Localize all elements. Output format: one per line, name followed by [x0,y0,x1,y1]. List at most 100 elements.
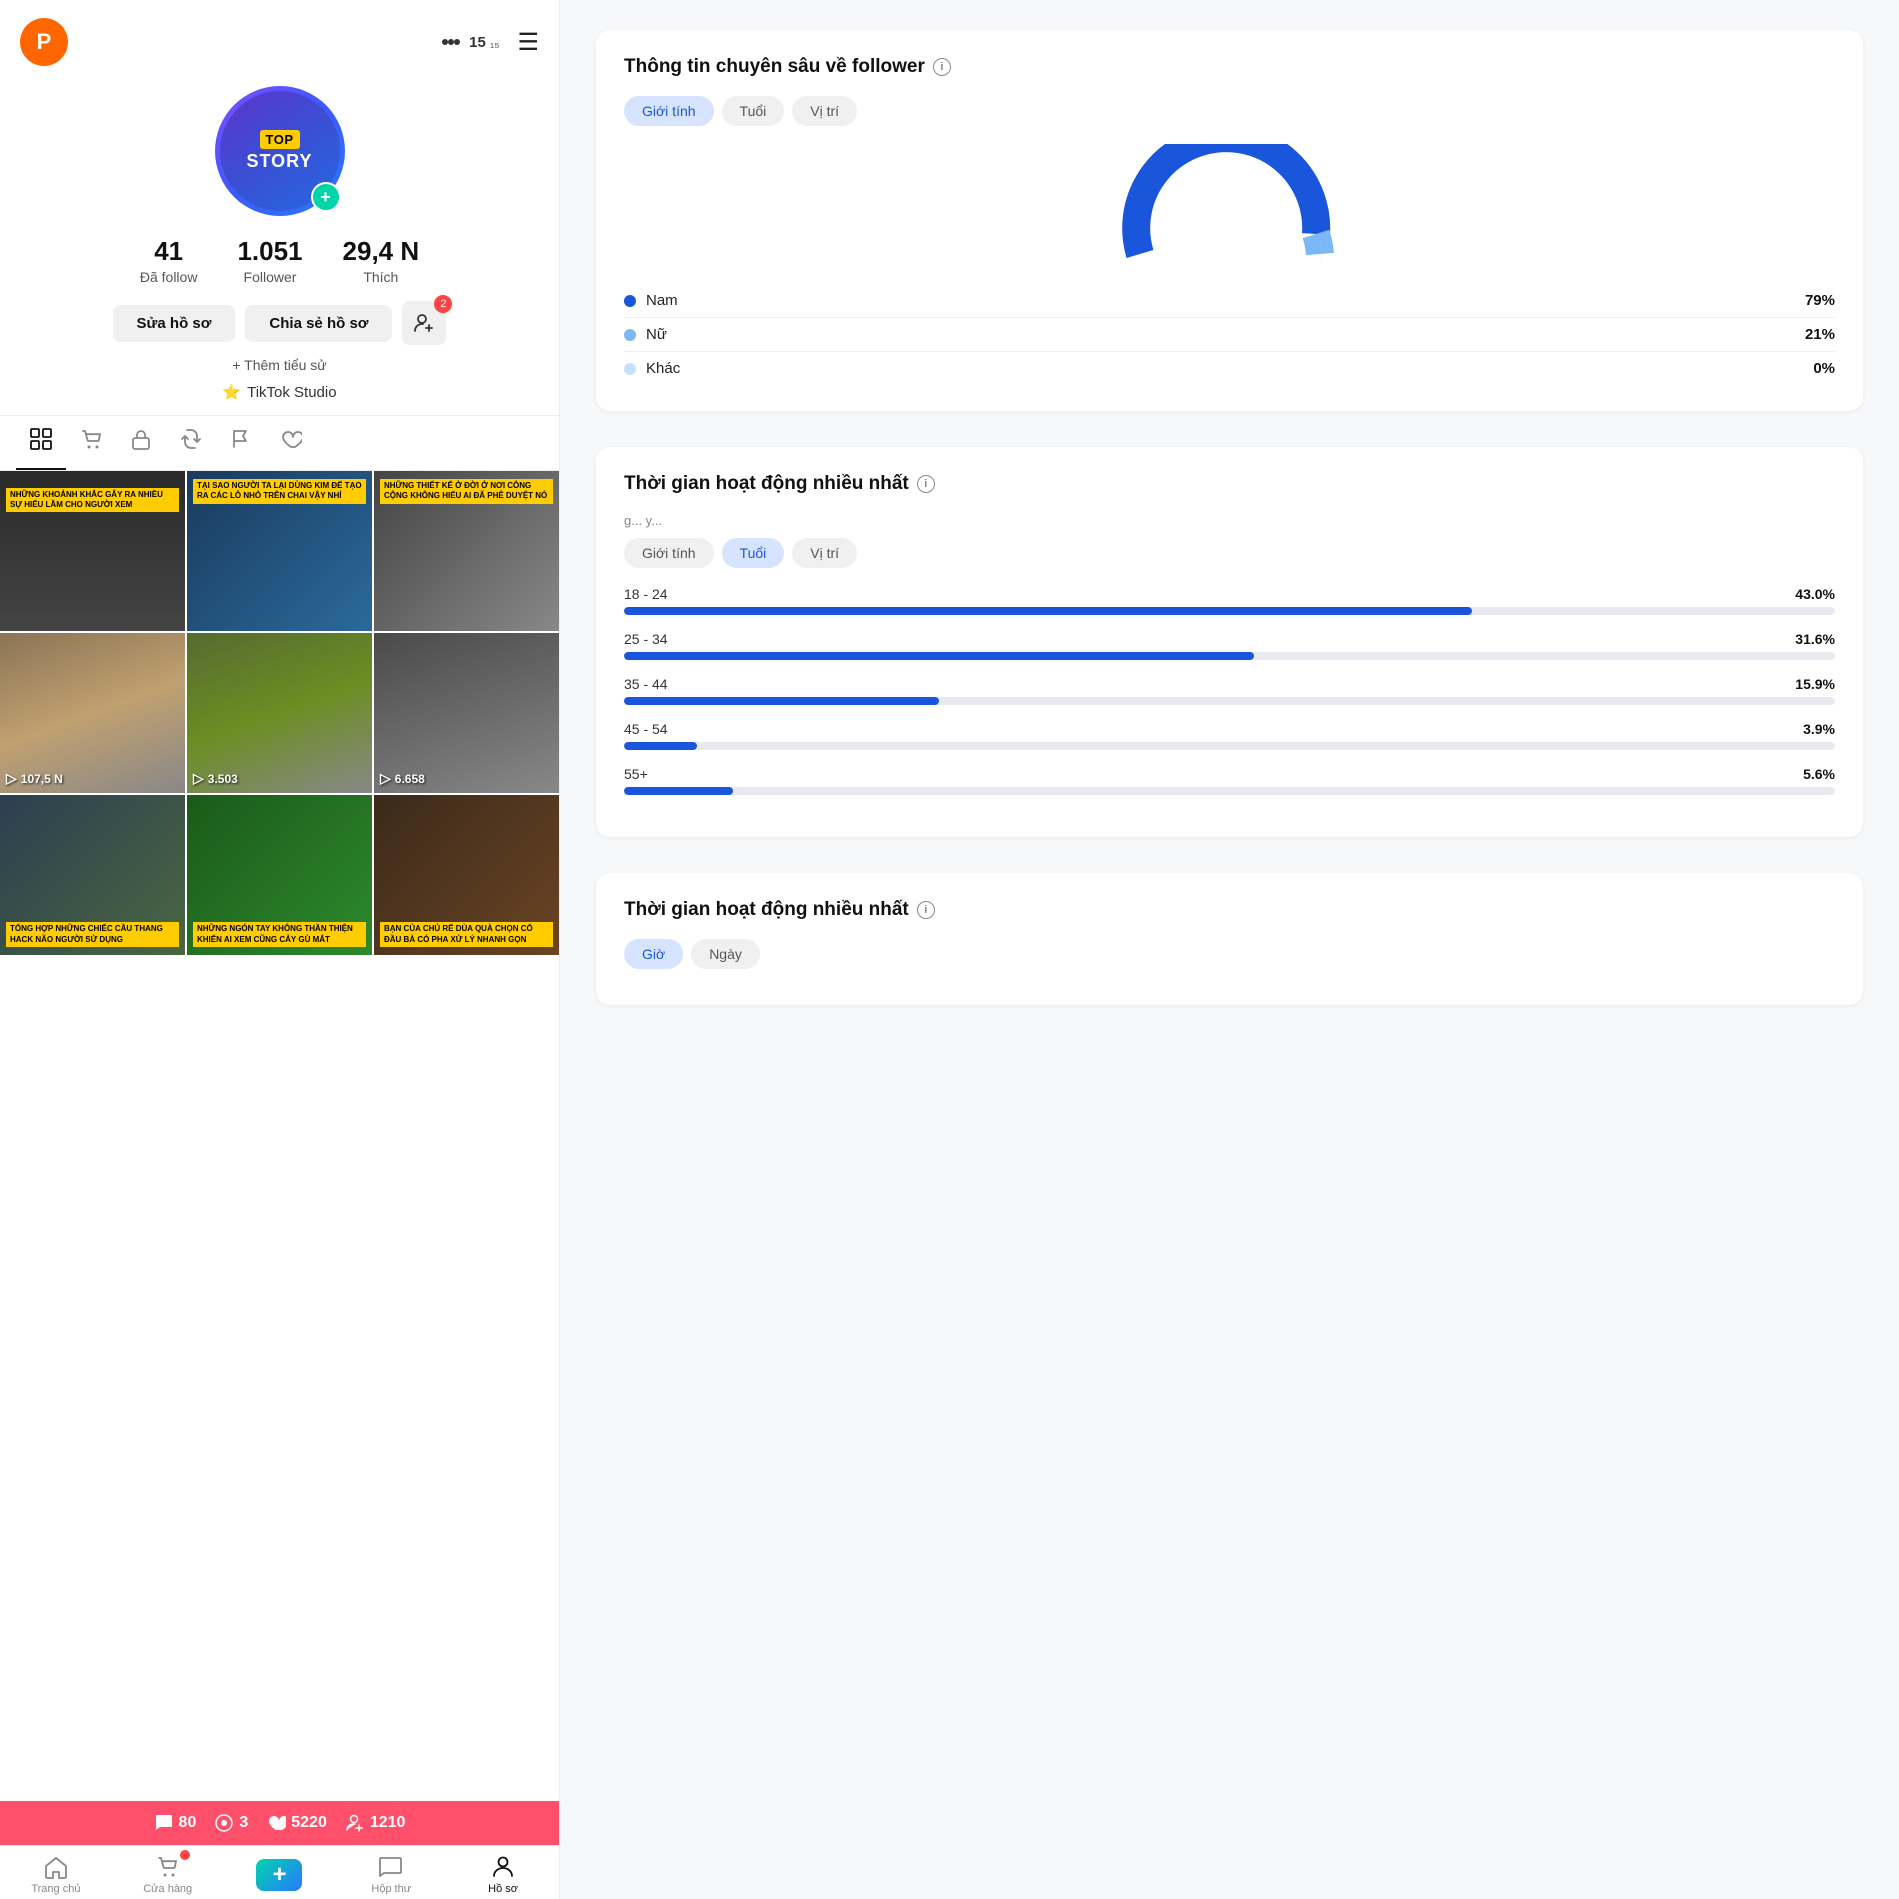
video-thumb-8[interactable]: NHỮNG NGÓN TAY KHÔNG THẦN THIỆN KHIẾN AI… [187,795,372,955]
likes-count: 29,4 N [343,236,420,267]
nav-home-label: Trang chủ [31,1883,80,1895]
likes-stat: 29,4 N Thích [343,236,420,285]
dot-khac [624,363,636,375]
notification-badge[interactable]: 15 ₁₅ [437,30,499,54]
bio-link[interactable]: + Thêm tiểu sử [0,351,559,379]
khac-label: Khác [646,360,680,377]
top-label: TOP [260,130,300,149]
tiktok-studio-icon: ⭐ [222,383,241,401]
create-icon: + [256,1859,302,1891]
add-story-button[interactable]: + [311,182,341,212]
video-thumb-9[interactable]: BẠN CỦA CHỦ RỂ DÙA QUÀ CHỌN CỔ ĐẦU BÀ CÓ… [374,795,559,955]
follower-section-title: Thông tin chuyên sâu về follower i [624,56,1835,78]
tab-repost[interactable] [166,416,216,470]
tab-age[interactable]: Tuổi [722,96,785,126]
video-grid: NHỮNG KHOẢNH KHẮC GÂY RA NHIỀU SỰ HIỂU L… [0,471,559,1801]
likes-count: 5220 [291,1814,327,1832]
video-thumb-7[interactable]: TỔNG HỢP NHỮNG CHIẾC CẦU THANG HACK NÃO … [0,795,185,955]
tiktok-studio-label: TikTok Studio [247,384,336,401]
nav-inbox[interactable]: Hộp thư [335,1854,447,1895]
video-thumb-4[interactable]: ▷ 107,5 N [0,633,185,793]
tab-flag[interactable] [216,416,266,470]
tab-shop[interactable] [66,416,116,470]
video-stats-6: ▷ 6.658 [380,770,425,787]
right-panel: Thông tin chuyên sâu về follower i Giới … [560,0,1899,1899]
nav-shop[interactable]: Cửa hàng [112,1854,224,1895]
tab-location-2[interactable]: Vị trí [792,538,857,568]
nav-shop-label: Cửa hàng [143,1883,192,1895]
video-thumb-1[interactable]: NHỮNG KHOẢNH KHẮC GÂY RA NHIỀU SỰ HIỂU L… [0,471,185,631]
bottom-nav: Trang chủ Cửa hàng + Hộp thư Hồ s [0,1845,559,1899]
following-stat: 41 Đã follow [140,236,198,285]
age-55-plus: 55+ 5.6% [624,766,1835,795]
tab-day[interactable]: Ngày [691,939,760,969]
menu-button[interactable]: ☰ [517,28,539,57]
nav-profile-label: Hồ sơ [488,1883,518,1895]
likes-stat: 5220 [266,1813,327,1833]
tab-likes[interactable] [266,416,316,470]
left-panel: P 15 ₁₅ ☰ TOP STORY ✦ + [0,0,560,1899]
tab-age-2[interactable]: Tuổi [722,538,785,568]
time-filter-tabs: Giờ Ngày [624,939,1835,969]
bottom-action-bar: 80 3 5220 1210 [0,1801,559,1845]
video-stats-5: ▷ 3.503 [193,770,238,787]
age-bars: 18 - 24 43.0% 25 - 34 31.6% 35 - 44 [624,586,1835,795]
tab-grid[interactable] [16,416,66,470]
gender-nu: Nữ 21% [624,318,1835,352]
active-time-card: Thời gian hoạt động nhiều nhất i g... y.… [596,447,1863,837]
follower-insights-card: Thông tin chuyên sâu về follower i Giới … [596,30,1863,411]
nav-home[interactable]: Trang chủ [0,1854,112,1895]
followers-count: 1.051 [237,236,302,267]
followers-stat: 1210 [345,1813,406,1833]
sparkle-icon: ✦ [325,91,337,108]
gender-khac: Khác 0% [624,352,1835,385]
app-icon: P [20,18,68,66]
stats-row: 41 Đã follow 1.051 Follower 29,4 N Thích [0,216,559,295]
video-thumb-6[interactable]: ▷ 6.658 [374,633,559,793]
avatar: TOP STORY ✦ + [215,86,345,216]
top-bar-right: 15 ₁₅ ☰ [437,28,539,57]
share-profile-button[interactable]: Chia sẻ hồ sơ [245,305,392,342]
followers-label: Follower [244,269,297,285]
active-time-title: Thời gian hoạt động nhiều nhất i [624,473,1835,495]
edit-profile-button[interactable]: Sửa hồ sơ [113,305,236,342]
story-label: STORY [246,151,312,172]
video-thumb-3[interactable]: NHỮNG THIẾT KẾ Ở ĐỜI Ở NƠI CÔNG CỘNG KHÔ… [374,471,559,631]
top-bar: P 15 ₁₅ ☰ [0,0,559,76]
tiktok-studio-row[interactable]: ⭐ TikTok Studio [0,379,559,405]
nam-label: Nam [646,292,678,309]
donut-chart [624,144,1835,264]
action-row: Sửa hồ sơ Chia sẻ hồ sơ 2 [0,295,559,351]
comments-count: 80 [179,1814,197,1832]
follower-info-icon[interactable]: i [933,58,951,76]
khac-pct: 0% [1813,360,1835,377]
nam-pct: 79% [1805,292,1835,309]
following-label: Đã follow [140,269,198,285]
avatar-area: TOP STORY ✦ + [0,76,559,216]
gender-nam: Nam 79% [624,284,1835,318]
tab-location[interactable]: Vị trí [792,96,857,126]
views-count: 3 [239,1814,248,1832]
video-stats-4: ▷ 107,5 N [6,770,63,787]
active-time-2-info-icon[interactable]: i [917,901,935,919]
active-time-info-icon[interactable]: i [917,475,935,493]
video-thumb-2[interactable]: TẠI SAO NGƯỜI TA LẠI DÙNG KIM ĐỂ TẠO RA … [187,471,372,631]
friend-request-badge: 2 [434,295,452,313]
tab-locked[interactable] [116,416,166,470]
nav-create-button[interactable]: + [224,1854,336,1895]
tab-gender[interactable]: Giới tính [624,96,714,126]
video-thumb-5[interactable]: ▷ 3.503 [187,633,372,793]
tab-gender-2[interactable]: Giới tính [624,538,714,568]
notif-count: 15 [469,34,486,51]
nav-profile[interactable]: Hồ sơ [447,1854,559,1895]
tab-hour[interactable]: Giờ [624,939,683,969]
content-tabs [0,415,559,471]
views-stat: 3 [214,1813,248,1833]
follower-filter-tabs: Giới tính Tuổi Vị trí [624,96,1835,126]
active-time-subtitle: g... y... [624,513,1835,528]
nu-pct: 21% [1805,326,1835,343]
comments-stat: 80 [154,1813,197,1833]
age-45-54: 45 - 54 3.9% [624,721,1835,750]
nu-label: Nữ [646,326,667,343]
add-friend-button[interactable]: 2 [402,301,446,345]
